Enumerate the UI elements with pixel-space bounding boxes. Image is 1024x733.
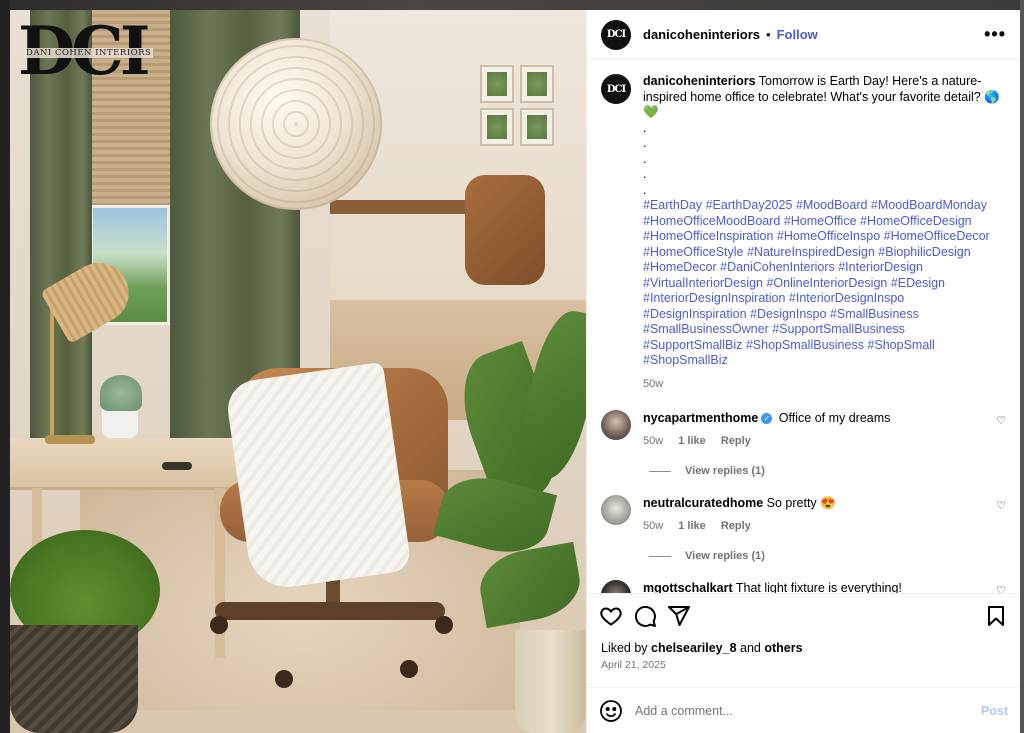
caption-age: 50w: [643, 377, 664, 390]
comment-reply-button[interactable]: Reply: [721, 520, 751, 532]
share-icon[interactable]: [667, 604, 691, 628]
comment-username[interactable]: nycapartmenthome: [643, 411, 758, 425]
image-succulent: [100, 375, 142, 411]
comment-item: nycapartmenthome ✓ Office of my dreams 50…: [601, 410, 1006, 449]
comment-like-heart-icon[interactable]: ♡: [996, 414, 1006, 427]
image-pendant-light: [210, 38, 382, 210]
comment-username[interactable]: mgottschalkart: [643, 581, 733, 593]
view-replies-line: [649, 470, 671, 472]
image-drawer-knob: [162, 462, 192, 470]
comment-like-heart-icon[interactable]: ♡: [996, 584, 1006, 593]
post-date[interactable]: April 21, 2025: [587, 655, 1020, 671]
image-chair-wheel: [400, 660, 418, 678]
image-chair-wheel: [275, 670, 293, 688]
comments-scroll-area[interactable]: DCI danicoheninteriors Tomorrow is Earth…: [587, 60, 1020, 593]
image-wall-art: [520, 65, 554, 103]
comment-text: Office of my dreams: [778, 411, 891, 425]
post-actions-bar: [587, 593, 1020, 637]
image-wall-art: [480, 108, 514, 146]
comment-like-count[interactable]: 1 like: [678, 435, 706, 447]
image-throw-blanket: [224, 361, 412, 593]
caption-avatar[interactable]: DCI: [601, 74, 631, 104]
comment-body: nycapartmenthome ✓ Office of my dreams 50…: [643, 410, 996, 449]
likes-conjunction: and: [740, 641, 761, 655]
add-comment-bar: Post: [587, 687, 1020, 733]
comment-username[interactable]: neutralcuratedhome: [643, 496, 763, 510]
comment-body: mgottschalkart That light fixture is eve…: [643, 580, 996, 593]
comment-meta: 50w 1 like Reply: [643, 433, 996, 449]
image-lamp-stem: [50, 306, 54, 441]
comment-reply-button[interactable]: Reply: [721, 435, 751, 447]
caption-dot: .: [643, 151, 647, 166]
post-image[interactable]: DCI DANI COHEN INTERIORS: [10, 10, 586, 733]
comment-meta: 50w 1 like Reply: [643, 518, 996, 534]
logo-tagline: DANI COHEN INTERIORS: [24, 48, 154, 58]
view-replies-button[interactable]: View replies (1): [649, 550, 1006, 562]
image-wall-art: [480, 65, 514, 103]
image-background-chair: [465, 175, 545, 285]
comment-input[interactable]: [635, 703, 981, 718]
post-comment-button[interactable]: Post: [981, 704, 1008, 718]
header-separator: •: [766, 27, 771, 42]
caption-dot: .: [643, 136, 647, 150]
image-fern-pot: [10, 625, 138, 733]
post-sidebar: DCI danicoheninteriors • Follow ••• DCI …: [586, 10, 1020, 733]
image-desk: [10, 438, 240, 490]
likes-summary: Liked by chelseariley_8 and others: [587, 637, 1020, 655]
comment-like-heart-icon[interactable]: ♡: [996, 499, 1006, 512]
likes-user-link[interactable]: chelseariley_8: [651, 641, 737, 655]
image-palm-pot: [515, 630, 586, 733]
commenter-avatar[interactable]: [601, 495, 631, 525]
caption-username[interactable]: danicoheninteriors: [643, 74, 756, 88]
post-modal: DCI DANI COHEN INTERIORS DCI danicohenin…: [10, 10, 1020, 733]
emoji-icon[interactable]: [599, 699, 623, 723]
caption-hashtags[interactable]: #EarthDay #EarthDay2025 #MoodBoard #Mood…: [643, 198, 1006, 369]
comment-item: neutralcuratedhome So pretty 😍 50w 1 lik…: [601, 495, 1006, 534]
view-replies-label: View replies (1): [685, 465, 765, 477]
image-wall-art: [520, 108, 554, 146]
caption-dot: .: [643, 182, 647, 197]
caption-dot: .: [643, 120, 647, 135]
more-options-icon[interactable]: •••: [984, 24, 1006, 45]
caption: DCI danicoheninteriors Tomorrow is Earth…: [601, 74, 1006, 392]
backdrop-right-edge: [1020, 0, 1024, 733]
view-replies-line: [649, 555, 671, 557]
backdrop-left-edge: [0, 0, 10, 733]
comment-like-count[interactable]: 1 like: [678, 520, 706, 532]
bookmark-icon[interactable]: [984, 604, 1008, 628]
comment-body: neutralcuratedhome So pretty 😍 50w 1 lik…: [643, 495, 996, 534]
image-chair-wheel: [210, 616, 228, 634]
author-username[interactable]: danicoheninteriors: [643, 27, 760, 42]
comment-text: That light fixture is everything!: [735, 581, 902, 593]
author-avatar[interactable]: DCI: [601, 19, 631, 50]
image-chair-base: [215, 602, 445, 620]
brand-logo: DCI DANI COHEN INTERIORS: [18, 18, 166, 88]
heart-icon[interactable]: [599, 604, 623, 628]
commenter-avatar[interactable]: [601, 580, 631, 593]
view-replies-label: View replies (1): [685, 550, 765, 562]
likes-prefix: Liked by: [601, 641, 648, 655]
comment-icon[interactable]: [633, 604, 657, 628]
verified-badge-icon: ✓: [761, 413, 773, 425]
comment-age: 50w: [643, 520, 664, 532]
follow-button[interactable]: Follow: [777, 27, 818, 42]
comment-text: So pretty 😍: [766, 496, 836, 510]
comment-item: mgottschalkart That light fixture is eve…: [601, 580, 1006, 593]
commenter-avatar[interactable]: [601, 410, 631, 440]
caption-body: danicoheninteriors Tomorrow is Earth Day…: [643, 74, 1006, 392]
image-chair-wheel: [435, 616, 453, 634]
image-lamp-base: [45, 435, 95, 444]
post-header: DCI danicoheninteriors • Follow •••: [587, 10, 1020, 60]
view-replies-button[interactable]: View replies (1): [649, 465, 1006, 477]
likes-others-link[interactable]: others: [764, 641, 802, 655]
comment-age: 50w: [643, 435, 664, 447]
caption-dot: .: [643, 167, 647, 181]
